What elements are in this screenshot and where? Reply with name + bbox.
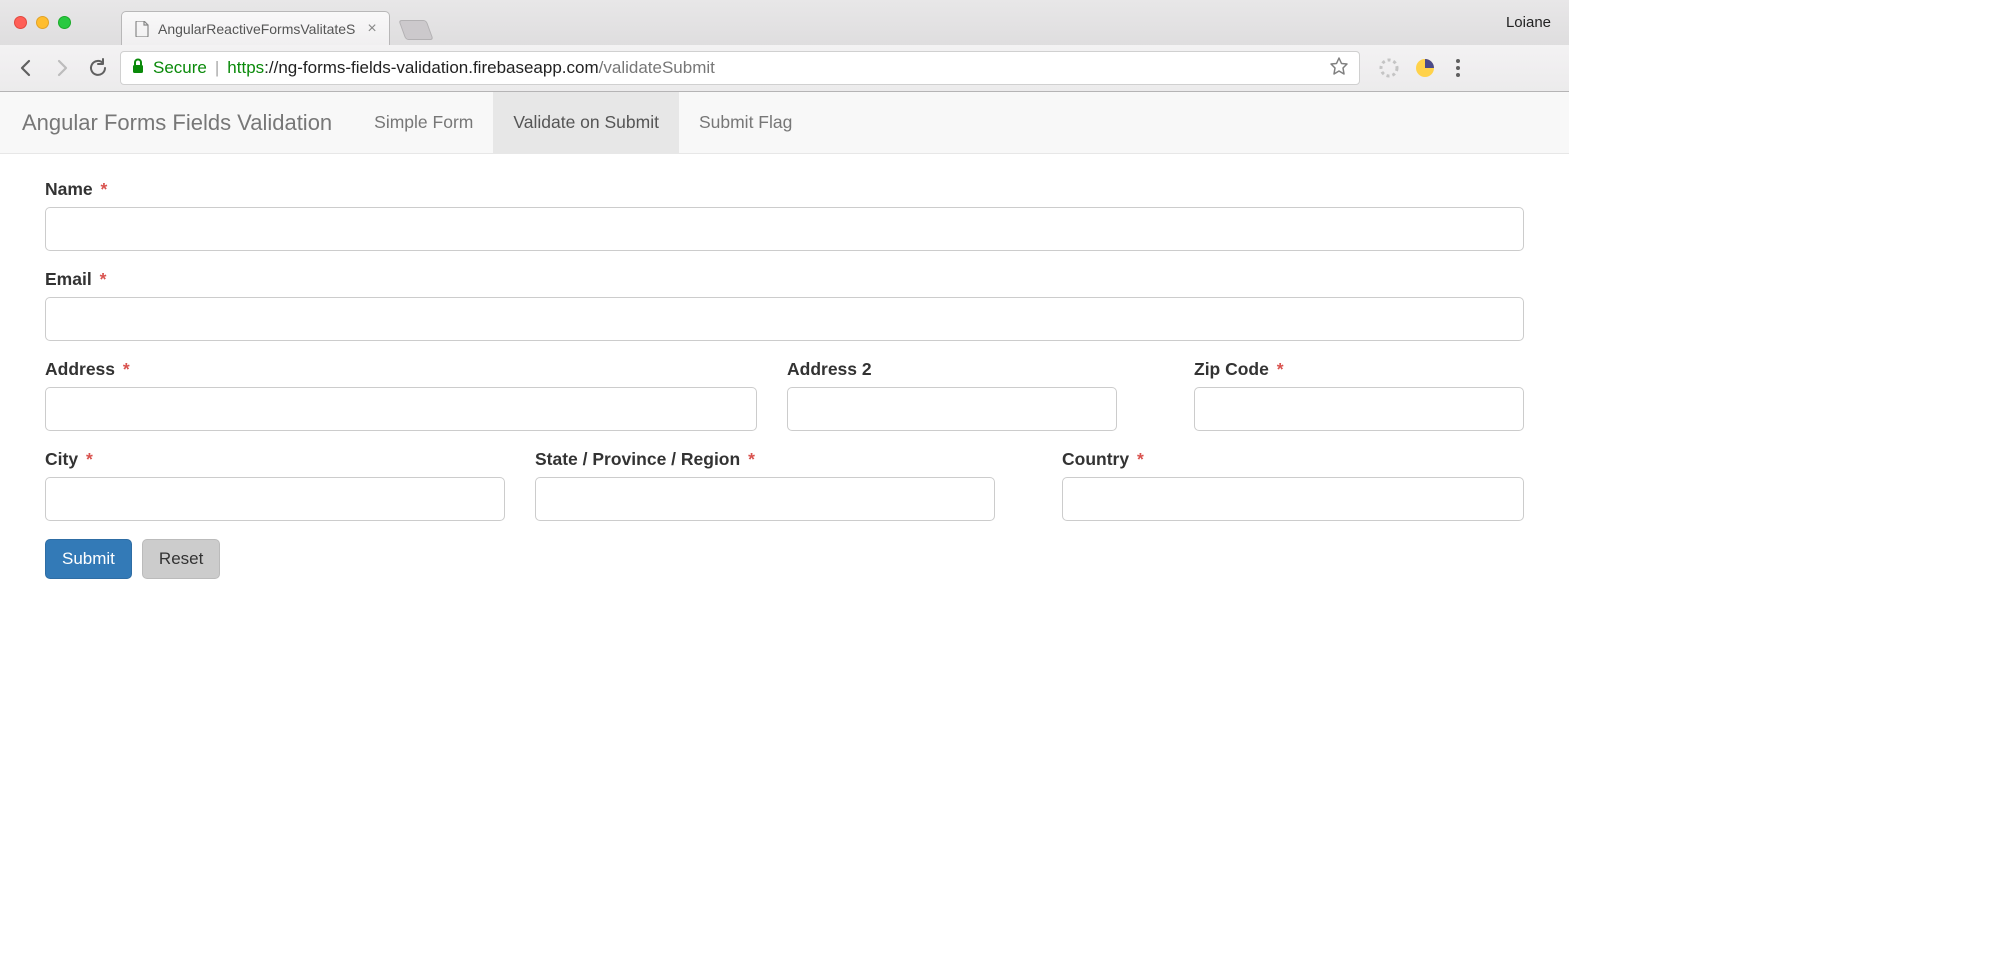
nav-link-submit-flag[interactable]: Submit Flag [679,92,812,153]
state-label: State / Province / Region * [535,449,995,470]
tab-title: AngularReactiveFormsValitateS [158,21,355,37]
address-bar[interactable]: Secure | https://ng-forms-fields-validat… [120,51,1360,85]
form-group-email: Email * [45,269,1524,341]
country-input[interactable] [1062,477,1524,521]
form-group-country: Country * [1062,449,1524,521]
name-input[interactable] [45,207,1524,251]
address2-label: Address 2 [787,359,1117,380]
profile-name[interactable]: Loiane [1506,14,1569,31]
address2-input[interactable] [787,387,1117,431]
form-group-zip: Zip Code * [1194,359,1524,431]
form-group-name: Name * [45,179,1524,251]
url-separator: | [215,58,219,78]
browser-chrome: AngularReactiveFormsValitateS × Loiane S… [0,0,1569,92]
required-mark: * [748,449,755,469]
city-label: City * [45,449,505,470]
reload-button[interactable] [84,54,112,82]
required-mark: * [123,359,130,379]
url-text: https://ng-forms-fields-validation.fireb… [227,58,1321,78]
form-container: Name * Email * Address * Address 2 Zip C… [0,154,1569,604]
required-mark: * [101,179,108,199]
submit-button[interactable]: Submit [45,539,132,579]
state-input[interactable] [535,477,995,521]
city-input[interactable] [45,477,505,521]
nav-link-simple-form[interactable]: Simple Form [354,92,493,153]
nav-link-validate-on-submit[interactable]: Validate on Submit [493,92,679,153]
tab-close-button[interactable]: × [367,20,376,38]
forward-button[interactable] [48,54,76,82]
toolbar-extensions [1378,55,1466,81]
secure-label: Secure [153,58,207,78]
required-mark: * [1137,449,1144,469]
address-label: Address * [45,359,757,380]
window-maximize-button[interactable] [58,16,71,29]
button-row: Submit Reset [45,539,1524,579]
window-close-button[interactable] [14,16,27,29]
zip-input[interactable] [1194,387,1524,431]
window-controls [0,16,85,29]
browser-menu-button[interactable] [1450,55,1466,81]
required-mark: * [1277,359,1284,379]
browser-toolbar: Secure | https://ng-forms-fields-validat… [0,45,1569,91]
browser-tab[interactable]: AngularReactiveFormsValitateS × [121,11,390,45]
country-label: Country * [1062,449,1524,470]
form-group-address: Address * [45,359,757,431]
required-mark: * [86,449,93,469]
required-mark: * [100,269,107,289]
lock-icon [131,58,145,79]
window-minimize-button[interactable] [36,16,49,29]
reset-button[interactable]: Reset [142,539,220,579]
address-input[interactable] [45,387,757,431]
email-label: Email * [45,269,1524,290]
new-tab-button[interactable] [398,20,433,40]
name-label: Name * [45,179,1524,200]
page-icon [134,21,150,37]
app-navbar: Angular Forms Fields Validation Simple F… [0,92,1569,154]
navbar-brand[interactable]: Angular Forms Fields Validation [0,92,354,153]
form-group-city: City * [45,449,505,521]
email-input[interactable] [45,297,1524,341]
back-button[interactable] [12,54,40,82]
form-group-state: State / Province / Region * [535,449,995,521]
bookmark-star-icon[interactable] [1329,56,1349,81]
extension-icon-2[interactable] [1414,57,1436,79]
browser-titlebar: AngularReactiveFormsValitateS × Loiane [0,0,1569,45]
extension-icon-1[interactable] [1378,57,1400,79]
form-group-address2: Address 2 [787,359,1117,431]
zip-label: Zip Code * [1194,359,1524,380]
